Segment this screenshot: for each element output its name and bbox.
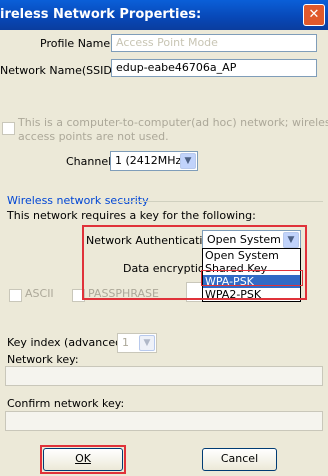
adhoc-label-line2: access points are not used. [18,130,169,143]
profile-name-label: Profile Name: [40,37,114,50]
key-index-value: 1 [122,336,129,349]
key-index-label: Key index (advanced): [7,336,131,349]
adhoc-label-line1: This is a computer-to-computer(ad hoc) n… [18,116,328,129]
close-icon[interactable]: ✕ [303,4,325,26]
ascii-label: ASCII [25,287,54,300]
network-key-label: Network key: [7,353,79,366]
adhoc-checkbox[interactable] [2,122,15,135]
cancel-label: Cancel [220,452,259,465]
channel-value: 1 (2412MHz) [115,154,186,167]
chevron-down-icon[interactable]: ▼ [180,153,196,169]
chevron-down-icon: ▼ [139,335,155,351]
dialog-title: ireless Network Properties: [0,7,202,22]
ssid-label: Network Name(SSID): [0,64,120,77]
security-description: This network requires a key for the foll… [7,209,256,222]
highlight-box-option [201,270,303,286]
channel-select[interactable]: 1 (2412MHz) ▼ [110,151,198,171]
ssid-input[interactable]: edup-eabe46706a_AP [111,59,317,77]
confirm-key-input[interactable] [5,411,323,431]
highlight-box [82,225,307,300]
profile-name-field: Access Point Mode [111,34,317,52]
group-divider [118,201,323,202]
network-key-input[interactable] [5,366,323,386]
highlight-box-ok [40,445,126,474]
channel-label: Channel: [66,155,115,168]
cancel-button[interactable]: Cancel [202,448,277,471]
key-index-select: 1 ▼ [117,333,157,353]
ascii-checkbox[interactable] [9,289,22,302]
confirm-key-label: Confirm network key: [7,397,125,410]
title-bar: ireless Network Properties: ✕ [0,0,328,30]
